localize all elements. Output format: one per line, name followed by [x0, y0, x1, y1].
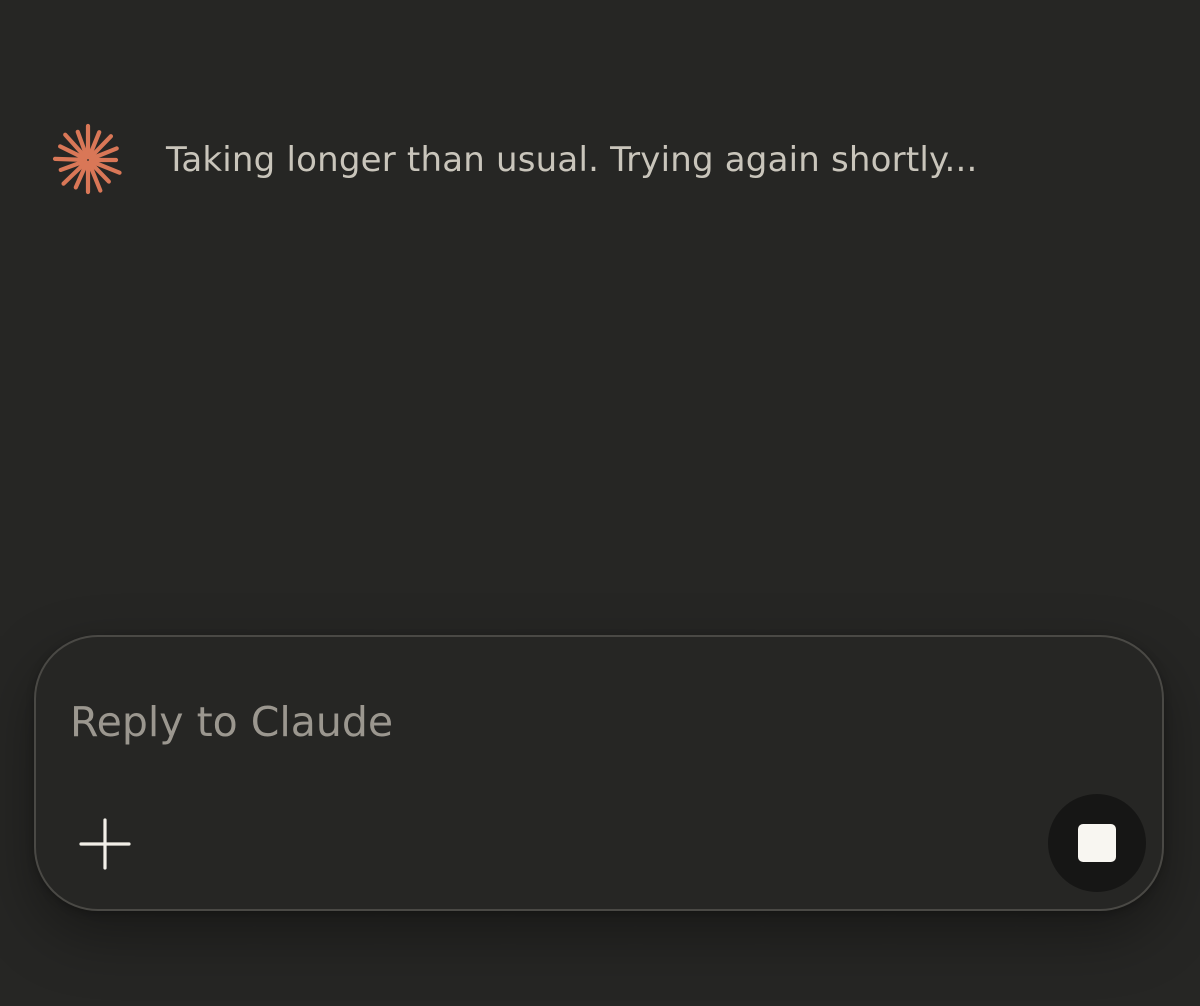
plus-icon: [79, 818, 131, 870]
reply-input[interactable]: [70, 695, 970, 749]
status-message: Taking longer than usual. Trying again s…: [166, 140, 978, 180]
add-attachment-button[interactable]: [76, 815, 134, 873]
status-row: [52, 122, 124, 198]
composer: [34, 635, 1164, 911]
stop-square-icon: [1078, 824, 1116, 862]
stop-button[interactable]: [1048, 794, 1146, 892]
chat-screen: Taking longer than usual. Trying again s…: [0, 0, 1200, 1006]
claude-spark-icon: [52, 123, 122, 195]
